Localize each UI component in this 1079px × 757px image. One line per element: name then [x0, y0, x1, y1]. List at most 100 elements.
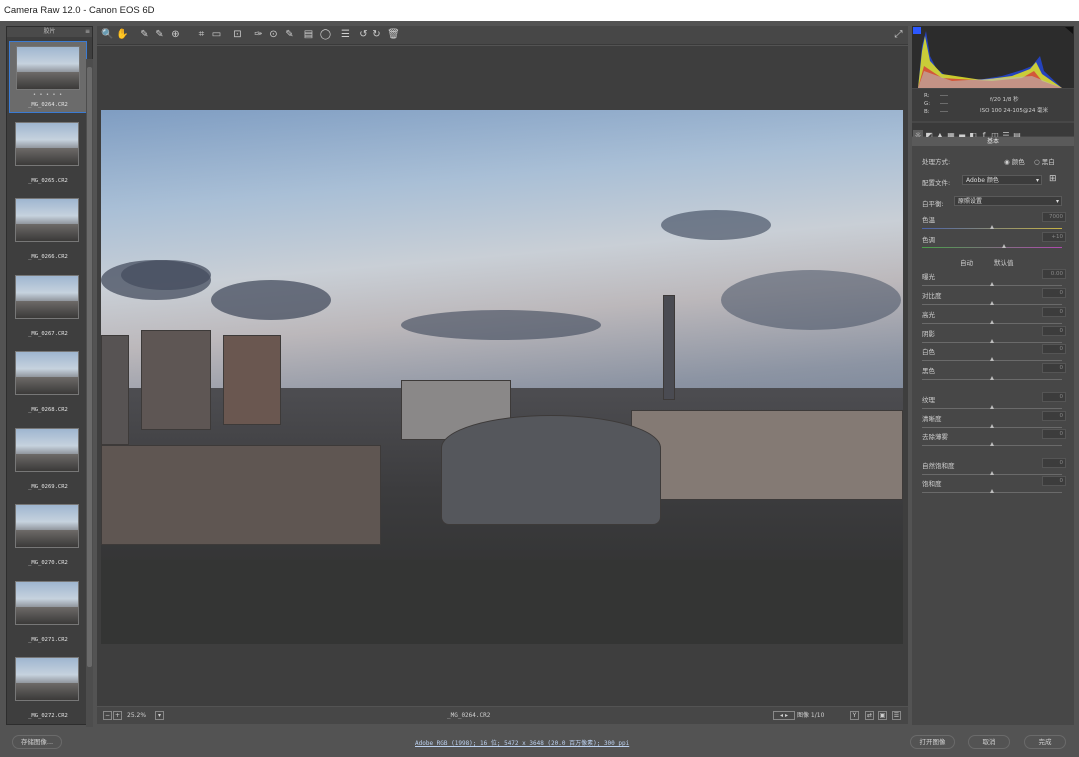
exposure-slider[interactable] — [922, 282, 1062, 286]
zoom-in-button[interactable]: + — [113, 711, 122, 720]
current-filename: _MG_0264.CR2 — [447, 712, 491, 719]
whites-slider[interactable] — [922, 357, 1062, 361]
filmstrip-thumbnail[interactable]: _MG_0269.CR2 — [9, 424, 87, 496]
exposure-value[interactable]: 0.00 — [1042, 269, 1066, 279]
vibrance-value[interactable]: 0 — [1042, 458, 1066, 468]
temperature-slider[interactable] — [922, 225, 1062, 229]
filmstrip-thumbnail[interactable]: • • • • • _MG_0264.CR2 — [9, 41, 87, 113]
auto-button[interactable]: 自动 — [960, 257, 973, 267]
clarity-value[interactable]: 0 — [1042, 411, 1066, 421]
thumbnail-image — [15, 427, 79, 472]
saturation-slider[interactable] — [922, 489, 1062, 493]
filmstrip-thumbnail[interactable]: _MG_0266.CR2 — [9, 194, 87, 266]
zoom-icon[interactable]: 🔍 — [101, 28, 114, 42]
tint-slider[interactable] — [922, 244, 1062, 248]
filmstrip-menu-icon[interactable]: ≡ — [85, 27, 90, 37]
temperature-value[interactable]: 7000 — [1042, 212, 1066, 222]
white-balance-icon[interactable]: ✎ — [138, 28, 151, 42]
treatment-color-radio[interactable]: ◉ 颜色 — [1004, 156, 1025, 166]
red-eye-icon[interactable]: ⊙ — [267, 28, 280, 42]
toggle-icon[interactable]: ▣ — [878, 711, 887, 720]
done-button[interactable]: 完成 — [1024, 735, 1066, 749]
texture-value[interactable]: 0 — [1042, 392, 1066, 402]
texture-label: 纹理 — [922, 396, 935, 404]
filmstrip-thumbnail[interactable]: _MG_0271.CR2 — [9, 577, 87, 649]
highlights-value[interactable]: 0 — [1042, 307, 1066, 317]
targeted-adjust-icon[interactable]: ⊕ — [169, 28, 182, 42]
clarity-slider[interactable] — [922, 424, 1062, 428]
whites-value[interactable]: 0 — [1042, 344, 1066, 354]
contrast-value[interactable]: 0 — [1042, 288, 1066, 298]
shadows-label: 阴影 — [922, 330, 935, 338]
rgb-b-value: ---- — [940, 109, 948, 115]
color-sampler-icon[interactable]: ✎ — [153, 28, 166, 42]
settings-icon[interactable]: ☰ — [892, 711, 901, 720]
temperature-label: 色温 — [922, 216, 935, 224]
graduated-filter-icon[interactable]: ▤ — [302, 28, 315, 42]
fullscreen-icon[interactable]: ⤢ — [892, 28, 905, 42]
zoom-out-button[interactable]: − — [103, 711, 112, 720]
workflow-options-link[interactable]: Adobe RGB (1998); 16 位; 5472 x 3648 (20.… — [415, 738, 629, 747]
trash-icon[interactable]: 🗑 — [387, 28, 400, 42]
dehaze-value[interactable]: 0 — [1042, 429, 1066, 439]
before-after-y-icon[interactable]: Y — [850, 711, 859, 720]
filmstrip-thumbnail[interactable]: _MG_0270.CR2 — [9, 500, 87, 572]
rgb-b: B: — [924, 109, 930, 115]
filmstrip-scrollbar[interactable] — [86, 59, 93, 730]
compare-icon[interactable]: ⇄ — [865, 711, 874, 720]
cancel-button[interactable]: 取消 — [968, 735, 1010, 749]
open-image-button[interactable]: 打开图像 — [910, 735, 955, 749]
saturation-value[interactable]: 0 — [1042, 476, 1066, 486]
building — [101, 335, 129, 445]
texture-slider[interactable] — [922, 405, 1062, 409]
profile-select[interactable]: Adobe 颜色 ▾ — [962, 175, 1042, 185]
filmstrip-panel: 胶片 ≡ • • • • • _MG_0264.CR2 _MG_0265.CR2 _M… — [6, 26, 93, 725]
filmstrip-thumbnail[interactable]: _MG_0268.CR2 — [9, 347, 87, 419]
thumbnail-filename: _MG_0264.CR2 — [28, 102, 68, 108]
filmstrip-header: 胶片 ≡ — [7, 27, 92, 37]
save-image-button[interactable]: 存储图像... — [12, 735, 62, 749]
presets-icon[interactable]: ☰ — [339, 28, 352, 42]
contrast-slider[interactable] — [922, 301, 1062, 305]
adjust-panel: R: G: B: ---- ---- ---- f/20 1/8 秒 ISO 1… — [912, 26, 1074, 725]
adjustment-brush-icon[interactable]: ✎ — [283, 28, 296, 42]
straighten-icon[interactable]: ▭ — [210, 28, 223, 42]
photo-preview[interactable] — [101, 110, 903, 644]
vibrance-slider[interactable] — [922, 471, 1062, 475]
blacks-slider[interactable] — [922, 376, 1062, 380]
camera-info: R: G: B: ---- ---- ---- f/20 1/8 秒 ISO 1… — [912, 89, 1074, 121]
filmstrip-thumbnail[interactable]: _MG_0267.CR2 — [9, 271, 87, 343]
highlights-slider[interactable] — [922, 320, 1062, 324]
vibrance-label: 自然饱和度 — [922, 462, 955, 470]
filmstrip-thumbnail[interactable]: _MG_0265.CR2 — [9, 118, 87, 190]
tint-value[interactable]: +10 — [1042, 232, 1066, 242]
thumbnail-filename: _MG_0265.CR2 — [28, 177, 68, 184]
zoom-dropdown-icon[interactable]: ▾ — [155, 711, 164, 720]
rotate-ccw-icon[interactable]: ↺ — [357, 28, 370, 42]
scroll-thumb[interactable] — [87, 67, 92, 667]
radial-filter-icon[interactable]: ◯ — [319, 28, 332, 42]
hand-icon[interactable]: ✋ — [116, 28, 129, 42]
spot-removal-icon[interactable]: ✑ — [252, 28, 265, 42]
transform-icon[interactable]: ⊡ — [231, 28, 244, 42]
filmstrip-thumbnail[interactable]: _MG_0272.CR2 — [9, 653, 87, 724]
rating-stars[interactable]: • • • • • — [10, 92, 86, 98]
white-balance-select[interactable]: 原照设置 ▾ — [954, 196, 1062, 206]
dehaze-slider[interactable] — [922, 442, 1062, 446]
exposure-label: 曝光 — [922, 273, 935, 281]
dehaze-label: 去除薄雾 — [922, 433, 948, 441]
treatment-bw-radio[interactable]: ○ 黑白 — [1034, 156, 1055, 166]
image-nav-arrows[interactable]: ◂ ▸ — [773, 711, 795, 720]
crop-icon[interactable]: ⌗ — [195, 28, 208, 42]
preview-area[interactable] — [97, 46, 908, 706]
default-button[interactable]: 默认值 — [994, 257, 1014, 267]
window-title: Camera Raw 12.0 - Canon EOS 6D — [0, 0, 1079, 21]
thumbnail-filename: _MG_0272.CR2 — [28, 713, 68, 719]
shadows-slider[interactable] — [922, 339, 1062, 343]
panel-tabs: ☼ ◩ ▲ ▦ ▬ ◧ ƒ ◫ ☰ ▤ — [912, 123, 1074, 141]
blacks-value[interactable]: 0 — [1042, 363, 1066, 373]
shadows-value[interactable]: 0 — [1042, 326, 1066, 336]
profile-browser-icon[interactable]: ⊞ — [1049, 174, 1057, 184]
rotate-cw-icon[interactable]: ↻ — [370, 28, 383, 42]
zoom-level[interactable]: 25.2% — [127, 707, 146, 724]
